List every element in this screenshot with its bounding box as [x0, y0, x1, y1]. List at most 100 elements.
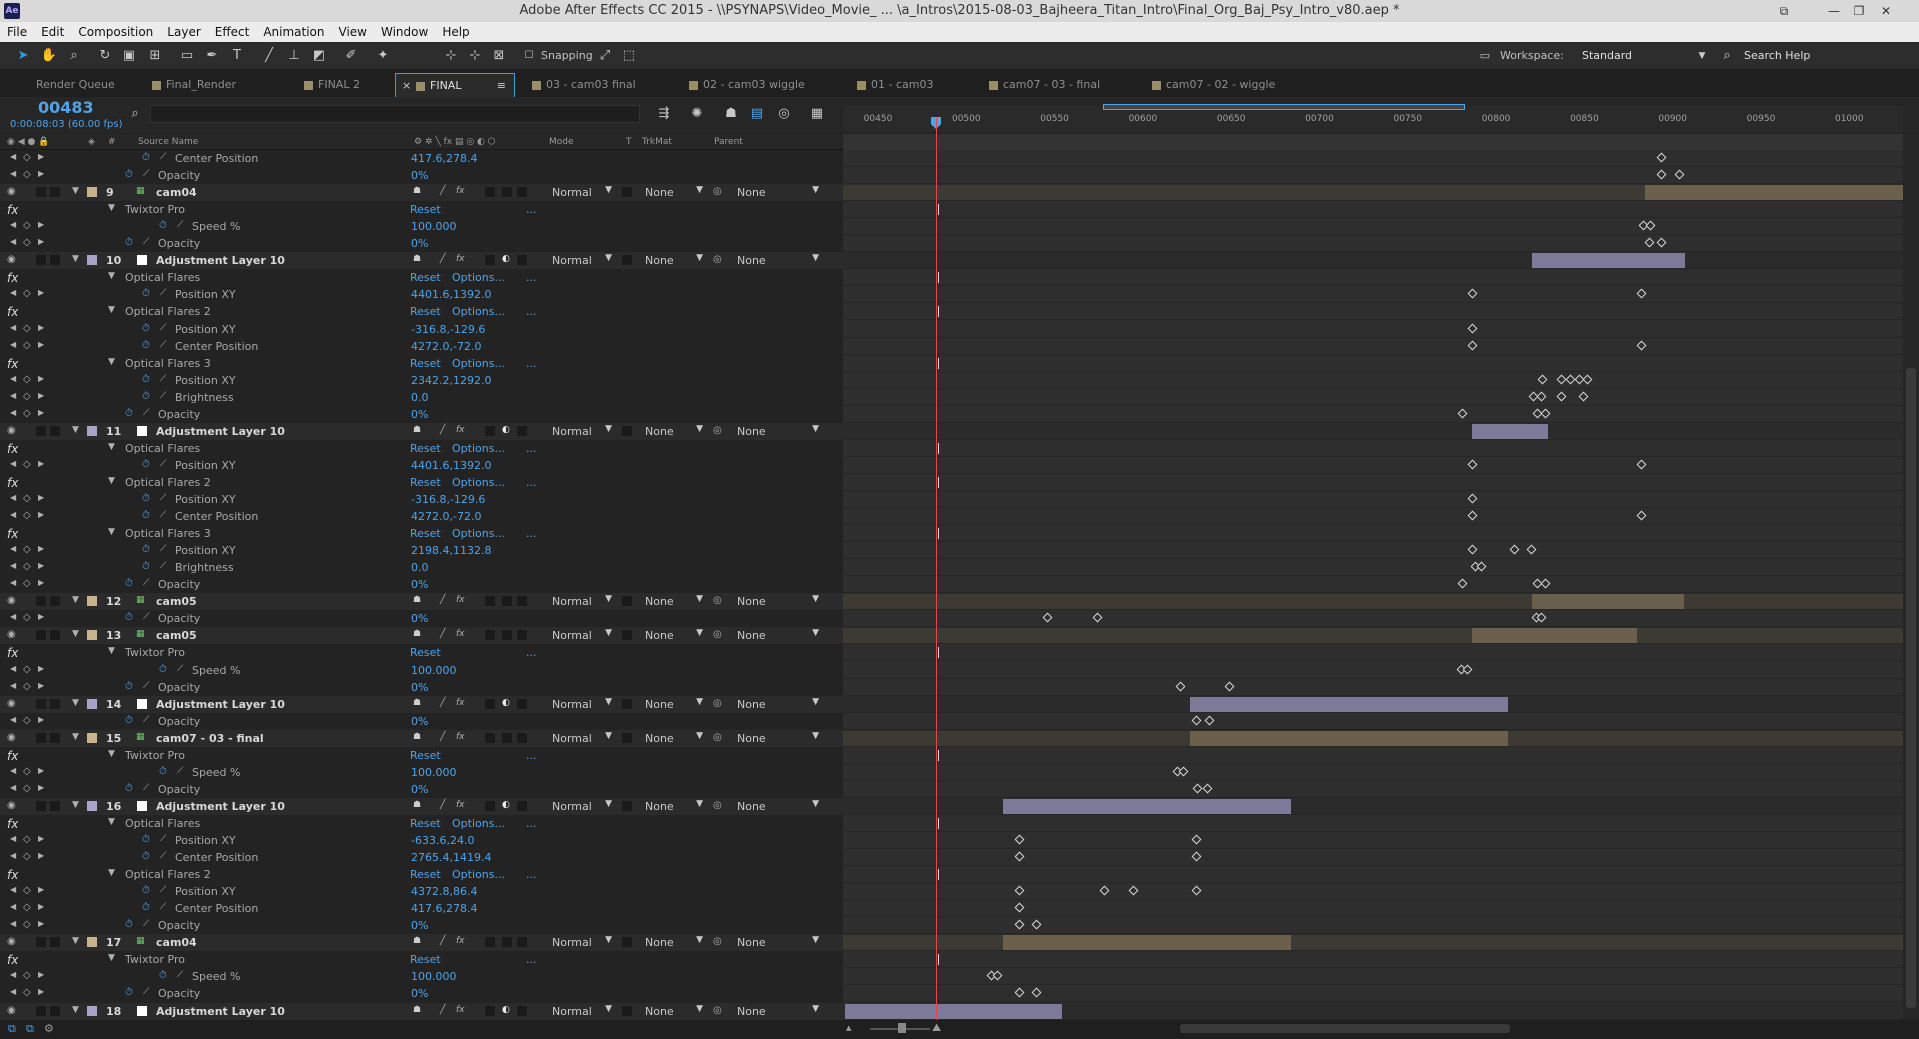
blend-mode-dropdown[interactable]: Normal ▼ — [550, 731, 614, 745]
twirl-down-icon[interactable]: ▼ — [72, 629, 79, 639]
keyframe-nav-prev-icon[interactable]: ◀ — [10, 561, 16, 570]
effect-row[interactable]: fx ▼ Optical Flares Reset Options...... — [0, 440, 843, 457]
track-matte-dropdown[interactable]: None ▼ — [643, 253, 705, 267]
graph-icon[interactable]: ⟋ — [143, 783, 149, 793]
timeline-track[interactable] — [843, 355, 1903, 372]
keyframe-diamond[interactable] — [1031, 987, 1042, 998]
keyframe-diamond[interactable] — [1191, 715, 1202, 726]
adjustment-switch-icon[interactable]: ◐ — [502, 698, 510, 708]
source-name-header[interactable]: Source Name — [138, 137, 198, 147]
graph-icon[interactable]: ⟋ — [143, 715, 149, 725]
timeline-track[interactable] — [843, 576, 1903, 594]
effect-name[interactable]: Optical Flares 2 — [125, 868, 211, 881]
parent-dropdown[interactable]: None ▼ — [735, 185, 821, 199]
zoom-tool-icon[interactable]: ⌕ — [65, 47, 83, 65]
motion-blur-switch[interactable] — [485, 630, 495, 641]
pan-behind-tool-icon[interactable]: ⊞ — [146, 47, 164, 65]
keyframe-nav-next-icon[interactable]: ▶ — [38, 340, 44, 349]
add-keyframe-icon[interactable]: ◇ — [23, 340, 31, 351]
add-keyframe-icon[interactable]: ◇ — [23, 885, 31, 896]
graph-icon[interactable]: ⟋ — [160, 902, 166, 912]
graph-icon[interactable]: ⟋ — [143, 578, 149, 588]
timeline-track[interactable] — [843, 610, 1903, 628]
blend-mode-dropdown[interactable]: Normal ▼ — [550, 594, 614, 608]
stopwatch-icon[interactable]: ⏱ — [125, 987, 133, 998]
label-color-swatch[interactable] — [87, 596, 97, 607]
keyframe-nav-next-icon[interactable]: ▶ — [38, 970, 44, 979]
effect-name[interactable]: Optical Flares 2 — [125, 476, 211, 489]
property-row[interactable]: ◀ ◇ ▶ ⏱ ⟋ Speed % 100.000 — [0, 662, 843, 679]
layer-row[interactable]: ◉ ▼ 14 Adjustment Layer 10 ☗ ╱ fx ◐ Normal ▼ None ▼… — [0, 695, 843, 713]
effects-switch-icon[interactable]: fx — [456, 595, 465, 605]
stopwatch-icon[interactable]: ⏱ — [159, 220, 167, 231]
graph-icon[interactable]: ⟋ — [160, 544, 166, 554]
toggle-modes-icon[interactable]: ⧉ — [26, 1022, 34, 1036]
blend-mode-dropdown[interactable]: Normal ▼ — [550, 185, 614, 199]
timeline-track[interactable] — [843, 440, 1903, 457]
layer-name[interactable]: Adjustment Layer 10 — [156, 698, 285, 711]
stopwatch-icon[interactable]: ⏱ — [142, 391, 150, 402]
twirl-down-icon[interactable]: ▼ — [108, 817, 115, 827]
keyframe-nav-next-icon[interactable]: ▶ — [38, 493, 44, 502]
effect-options-link[interactable]: Options... — [452, 527, 505, 540]
keyframe-diamond[interactable] — [1656, 169, 1667, 180]
timeline-track[interactable] — [843, 866, 1903, 884]
stopwatch-icon[interactable]: ⏱ — [142, 544, 150, 555]
keyframe-nav-prev-icon[interactable]: ◀ — [10, 152, 16, 161]
keyframe-diamond[interactable] — [1191, 851, 1202, 862]
effect-more-link[interactable]: ... — [526, 749, 537, 762]
effect-options-link[interactable]: Options... — [452, 442, 505, 455]
property-row[interactable]: ◀ ◇ ▶ ⏱ ⟋ Position XY 2198.4,1132.8 — [0, 542, 843, 559]
label-color-swatch[interactable] — [87, 1005, 97, 1016]
blend-mode-dropdown[interactable]: Normal ▼ — [550, 628, 614, 642]
zoom-out-icon[interactable]: ▴ — [846, 1021, 852, 1034]
effect-options-link[interactable]: Options... — [452, 357, 505, 370]
3d-switch[interactable] — [517, 255, 527, 266]
timeline-track[interactable] — [843, 422, 1903, 440]
keyframe-nav-prev-icon[interactable]: ◀ — [10, 919, 16, 928]
menu-composition[interactable]: Composition — [71, 22, 160, 42]
motion-blur-switch[interactable] — [485, 732, 495, 743]
track-matte-dropdown[interactable]: None ▼ — [643, 594, 705, 608]
stopwatch-icon[interactable]: ⏱ — [142, 561, 150, 572]
vertical-scroll-thumb[interactable] — [1906, 368, 1916, 1008]
add-keyframe-icon[interactable]: ◇ — [23, 288, 31, 299]
keyframe-diamond[interactable] — [1467, 510, 1478, 521]
label-color-swatch[interactable] — [87, 937, 97, 948]
quality-switch-icon[interactable]: ╱ — [440, 732, 445, 742]
layer-name[interactable]: cam04 — [156, 186, 197, 199]
adjustment-switch-icon[interactable]: ◐ — [502, 425, 510, 435]
keyframe-diamond[interactable] — [1467, 288, 1478, 299]
keyframe-nav-prev-icon[interactable]: ◀ — [10, 288, 16, 297]
graph-icon[interactable]: ⟋ — [160, 152, 166, 162]
twirl-down-icon[interactable]: ▼ — [108, 442, 115, 452]
timeline-track[interactable] — [843, 525, 1903, 543]
property-value[interactable]: 0% — [411, 612, 428, 625]
effect-reset-link[interactable]: Reset — [410, 817, 441, 830]
keyframe-nav-next-icon[interactable]: ▶ — [38, 919, 44, 928]
effects-switch-icon[interactable]: fx — [456, 1005, 465, 1015]
effects-switch-icon[interactable]: fx — [456, 936, 465, 946]
keyframe-diamond[interactable] — [1014, 987, 1025, 998]
layer-name[interactable]: Adjustment Layer 10 — [156, 1005, 285, 1018]
layer-search-input[interactable] — [150, 105, 640, 123]
parent-dropdown[interactable]: None ▼ — [735, 594, 821, 608]
parent-pick-whip-icon[interactable]: ◎ — [713, 1005, 722, 1016]
parent-pick-whip-icon[interactable]: ◎ — [713, 800, 722, 811]
keyframe-diamond[interactable] — [1636, 510, 1647, 521]
add-keyframe-icon[interactable]: ◇ — [23, 220, 31, 231]
keyframe-nav-next-icon[interactable]: ▶ — [38, 681, 44, 690]
timeline-track[interactable] — [843, 457, 1903, 474]
property-row[interactable]: ◀ ◇ ▶ ⏱ ⟋ Opacity 0% — [0, 406, 843, 423]
parent-dropdown[interactable]: None ▼ — [735, 731, 821, 745]
keyframe-diamond[interactable] — [1224, 681, 1235, 691]
timeline-track[interactable] — [843, 695, 1903, 713]
property-value[interactable]: 0.0 — [411, 391, 429, 404]
effects-switch-icon[interactable]: fx — [456, 698, 465, 708]
twirl-down-icon[interactable]: ▼ — [108, 868, 115, 878]
track-matte-dropdown[interactable]: None ▼ — [643, 697, 705, 711]
effect-row[interactable]: fx ▼ Optical Flares 2 Reset Options...... — [0, 866, 843, 883]
work-area-bar[interactable] — [1103, 104, 1465, 110]
keyframe-nav-prev-icon[interactable]: ◀ — [10, 715, 16, 724]
effect-name[interactable]: Twixtor Pro — [125, 646, 185, 659]
